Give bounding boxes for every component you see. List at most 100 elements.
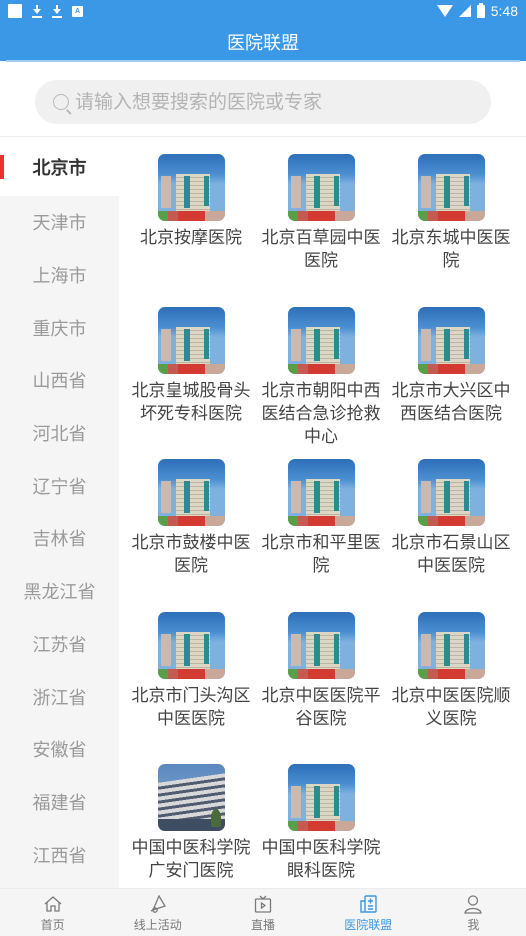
hospital-image bbox=[287, 459, 355, 526]
sidebar-item-province[interactable]: 山西省 bbox=[0, 354, 119, 407]
hospital-name: 北京百草园中医医院 bbox=[261, 228, 381, 271]
tv-play-icon bbox=[254, 895, 272, 913]
hospital-name: 北京市和平里医院 bbox=[261, 533, 381, 576]
bottom-tab-bar: 首页 线上活动 直播 医院联盟 我 bbox=[0, 888, 526, 936]
clock: 5:48 bbox=[490, 3, 518, 19]
battery-icon bbox=[476, 2, 485, 18]
tab-home[interactable]: 首页 bbox=[0, 889, 105, 936]
sidebar-item-label: 辽宁省 bbox=[32, 476, 87, 498]
hospital-card[interactable]: 北京按摩医院 bbox=[126, 154, 256, 250]
sidebar-item-province[interactable]: 河北省 bbox=[0, 407, 119, 460]
tab-live[interactable]: 直播 bbox=[210, 889, 315, 936]
sidebar-item-province[interactable]: 黑龙江省 bbox=[0, 565, 119, 618]
sidebar-item-province[interactable]: 江苏省 bbox=[0, 618, 119, 671]
page-title: 医院联盟 bbox=[227, 33, 299, 54]
sidebar-item-province[interactable]: 浙江省 bbox=[0, 670, 119, 723]
sidebar-item-label: 江苏省 bbox=[32, 634, 87, 656]
sidebar-item-label: 吉林省 bbox=[32, 529, 87, 551]
sidebar-item-province[interactable]: 吉林省 bbox=[0, 512, 119, 565]
search-box[interactable] bbox=[35, 80, 491, 124]
sidebar-item-province[interactable]: 上海市 bbox=[0, 249, 119, 302]
sidebar-item-label: 福建省 bbox=[32, 792, 87, 814]
megaphone-icon bbox=[150, 894, 166, 913]
hospital-image bbox=[157, 307, 225, 374]
search-input[interactable] bbox=[75, 91, 475, 113]
hospital-card[interactable]: 北京市和平里医院 bbox=[256, 459, 386, 578]
sidebar-item-label: 北京市 bbox=[32, 158, 87, 179]
download-icon bbox=[32, 4, 42, 18]
sidebar-item-province[interactable]: 安徽省 bbox=[0, 723, 119, 776]
search-icon bbox=[53, 94, 69, 110]
hospital-card[interactable]: 北京市门头沟区中医医院 bbox=[126, 612, 256, 731]
signal-icon bbox=[458, 5, 471, 17]
tab-label: 线上活动 bbox=[133, 918, 182, 932]
hospital-name: 北京市门头沟区中医医院 bbox=[131, 686, 251, 729]
hospital-card[interactable]: 北京市石景山区中医医院 bbox=[386, 459, 516, 578]
hospital-card[interactable]: 北京市朝阳中西医结合急诊抢救中心 bbox=[256, 307, 386, 449]
sidebar-item-province[interactable]: 重庆市 bbox=[0, 301, 119, 354]
tab-label: 首页 bbox=[40, 918, 65, 932]
hospital-card[interactable]: 北京皇城股骨头坏死专科医院 bbox=[126, 307, 256, 426]
sidebar-item-province[interactable]: 福建省 bbox=[0, 776, 119, 829]
tab-label: 直播 bbox=[251, 918, 276, 932]
hospital-card[interactable]: 中国中医科学院广安门医院 bbox=[126, 764, 256, 883]
tab-hospital-alliance[interactable]: 医院联盟 bbox=[316, 889, 421, 936]
wifi-icon bbox=[436, 5, 453, 17]
hospital-card[interactable]: 北京中医医院顺义医院 bbox=[386, 612, 516, 731]
tab-label: 我 bbox=[467, 918, 480, 932]
sidebar-item-label: 河北省 bbox=[32, 424, 87, 446]
hospital-card[interactable]: 北京市大兴区中西医结合医院 bbox=[386, 307, 516, 426]
hospital-name: 中国中医科学院眼科医院 bbox=[261, 838, 381, 881]
hospital-image bbox=[157, 154, 225, 221]
hospital-card[interactable]: 北京东城中医医院 bbox=[386, 154, 516, 273]
sidebar-item-province[interactable]: 天津市 bbox=[0, 196, 119, 249]
hospital-name: 北京中医医院平谷医院 bbox=[261, 686, 381, 729]
hospital-card[interactable]: 中国中医科学院眼科医院 bbox=[256, 764, 386, 883]
home-icon bbox=[44, 896, 62, 912]
hospital-image bbox=[417, 459, 485, 526]
hospital-image bbox=[287, 154, 355, 221]
hospital-name: 北京皇城股骨头坏死专科医院 bbox=[131, 381, 251, 424]
hospital-image bbox=[157, 459, 225, 526]
tab-me[interactable]: 我 bbox=[421, 889, 526, 936]
user-icon bbox=[464, 895, 483, 914]
a-icon: A bbox=[72, 5, 83, 17]
hospital-name: 中国中医科学院广安门医院 bbox=[131, 838, 251, 881]
hospital-grid[interactable]: 北京按摩医院 北京百草园中医医院 北京东城中医医院北京皇城股骨头坏死专科医院 北京市朝… bbox=[126, 150, 516, 888]
hospital-name: 北京市石景山区中医医院 bbox=[391, 533, 511, 576]
square-icon bbox=[8, 4, 22, 18]
sidebar-item-label: 山西省 bbox=[32, 371, 87, 393]
download-icon bbox=[52, 4, 62, 18]
hospital-name: 北京东城中医医院 bbox=[391, 228, 511, 271]
tab-label: 医院联盟 bbox=[344, 918, 393, 932]
sidebar-item-province[interactable]: 辽宁省 bbox=[0, 459, 119, 512]
hospital-name: 北京市大兴区中西医结合医院 bbox=[391, 381, 511, 424]
hospital-image bbox=[417, 307, 485, 374]
hospital-card[interactable]: 北京中医医院平谷医院 bbox=[256, 612, 386, 731]
sidebar-item-province[interactable]: 北京市 bbox=[0, 138, 119, 196]
hospital-name: 北京市朝阳中西医结合急诊抢救中心 bbox=[261, 381, 381, 447]
province-sidebar[interactable]: 北京市天津市上海市重庆市山西省河北省辽宁省吉林省黑龙江省江苏省浙江省安徽省福建省… bbox=[0, 138, 119, 888]
notification-icons: A bbox=[8, 4, 83, 18]
hospital-card-icon bbox=[360, 895, 377, 913]
status-bar: A 5:48 bbox=[0, 0, 526, 24]
tab-online-activity[interactable]: 线上活动 bbox=[105, 889, 210, 936]
app-header: 医院联盟 bbox=[0, 24, 526, 61]
sidebar-item-label: 黑龙江省 bbox=[23, 582, 96, 604]
hospital-name: 北京按摩医院 bbox=[140, 228, 242, 248]
hospital-card[interactable]: 北京市鼓楼中医医院 bbox=[126, 459, 256, 578]
sidebar-item-label: 重庆市 bbox=[32, 318, 87, 340]
hospital-image bbox=[157, 764, 225, 831]
search-area bbox=[0, 62, 526, 137]
sidebar-item-label: 天津市 bbox=[32, 213, 87, 235]
hospital-name: 北京中医医院顺义医院 bbox=[391, 686, 511, 729]
hospital-card[interactable]: 北京百草园中医医院 bbox=[256, 154, 386, 273]
hospital-image bbox=[287, 307, 355, 374]
sidebar-item-label: 上海市 bbox=[32, 266, 87, 288]
hospital-image bbox=[417, 154, 485, 221]
sidebar-item-label: 浙江省 bbox=[32, 687, 87, 709]
hospital-image bbox=[157, 612, 225, 679]
system-icons: 5:48 bbox=[436, 2, 518, 19]
hospital-name: 北京市鼓楼中医医院 bbox=[131, 533, 251, 576]
sidebar-item-province[interactable]: 江西省 bbox=[0, 828, 119, 881]
